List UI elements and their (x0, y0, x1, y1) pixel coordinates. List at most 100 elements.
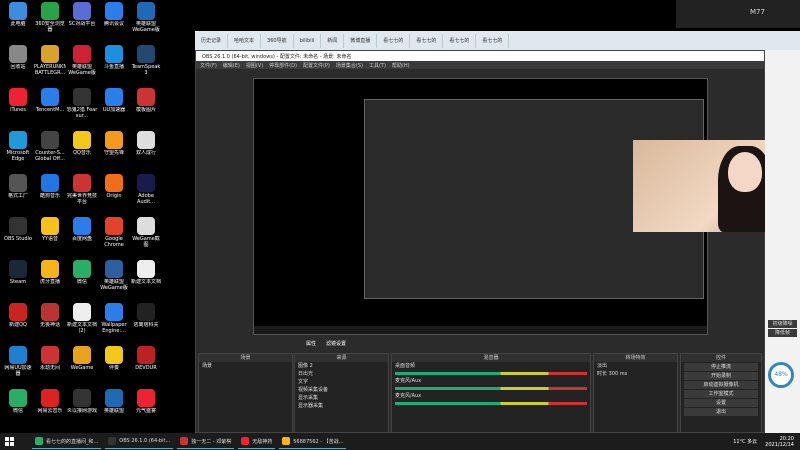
control-button[interactable]: 工作室模式 (684, 390, 758, 398)
desktop-icon[interactable]: Origin (98, 174, 130, 214)
browser-tab[interactable]: 360导航 (261, 33, 294, 48)
desktop-icon[interactable]: 无畏神话 (34, 303, 66, 343)
desktop-icon[interactable]: 炎以接网游戏 (66, 389, 98, 429)
obs-menu-item[interactable]: 工具(T) (369, 62, 386, 69)
desktop-icon[interactable]: WeGame (66, 346, 98, 386)
desktop-icon[interactable]: 伴奏 (98, 346, 130, 386)
desktop-icon[interactable]: Microsoft Edge (2, 131, 34, 171)
desktop-icon[interactable]: 完美世界竞技平台 (66, 174, 98, 214)
desktop-icon[interactable]: 腾讯会议 (98, 2, 130, 42)
taskbar-app[interactable]: 看七七的的直播间_和... (32, 434, 102, 449)
control-button[interactable]: 启动虚拟摄像机 (684, 381, 758, 389)
desktop-icon[interactable]: DEVOUR (130, 346, 162, 386)
desktop-icon[interactable]: 酷狗音乐 (34, 174, 66, 214)
weather-text[interactable]: 11°C 多云 (733, 438, 757, 445)
desktop-icon[interactable]: 守望先锋 (98, 131, 130, 171)
denoise-button[interactable]: 初级降噪 (768, 320, 797, 328)
source-item[interactable]: 视频采集设备 (295, 386, 388, 394)
desktop-icon[interactable]: Google Chrome (98, 217, 130, 257)
desktop-icon[interactable]: 新建文本文档(2) (66, 303, 98, 343)
desktop-icon[interactable]: 百度网盘 (66, 217, 98, 257)
desktop-icon[interactable]: PLAYERUNKNOWN'S BATTLEGR... (34, 45, 66, 85)
scene-item[interactable]: 场景 (199, 362, 292, 370)
browser-tab[interactable]: bilibili (294, 33, 322, 48)
source-item[interactable]: 文字 (295, 378, 388, 386)
obs-menu-item[interactable]: 文件(F) (200, 62, 217, 69)
desktop-icon[interactable]: TeamSpeak 3 (130, 45, 162, 85)
browser-tab[interactable]: 微博直播 (344, 33, 378, 48)
browser-tab[interactable]: 哈哈文本 (228, 33, 262, 48)
desktop-icon[interactable]: 格式工厂 (2, 174, 34, 214)
desktop-icon[interactable]: 逃离塔科夫 (130, 303, 162, 343)
desktop-icon[interactable]: 微信 (66, 260, 98, 300)
desktop-icon[interactable]: 英雄联盟WeGame版 (130, 2, 162, 42)
start-icon[interactable] (0, 434, 18, 449)
obs-menu-item[interactable]: 视图(V) (246, 62, 263, 69)
desktop-icon[interactable]: 新建QQ (2, 303, 34, 343)
desktop-icon[interactable]: 英雄联盟WeGame版 (98, 260, 130, 300)
control-button[interactable]: 退出 (684, 408, 758, 416)
desktop-icon-label: 新建QQ (9, 322, 27, 328)
desktop-icon[interactable]: WeGame截图 (130, 217, 162, 257)
browser-tab[interactable]: 历史记录 (195, 33, 229, 48)
desktop-icon[interactable]: 虎牙直播 (34, 260, 66, 300)
control-button[interactable]: 开始录制 (684, 372, 758, 380)
browser-tab[interactable]: 看七七的 (410, 33, 444, 48)
desktop-icon[interactable]: 此电脑 (2, 2, 34, 42)
source-item[interactable]: 图像 2 (295, 362, 388, 370)
taskbar-app[interactable]: 独一无二 - 邓紫棋 (177, 434, 235, 449)
obs-menu-item[interactable]: 编辑(E) (223, 62, 240, 69)
desktop-icon[interactable]: 360安全浏览器 (34, 2, 66, 42)
transition-select[interactable]: 淡出 (594, 362, 677, 370)
source-item[interactable]: 显示采集 (295, 394, 388, 402)
desktop-icon[interactable]: Counter-S... Global Off... (34, 131, 66, 171)
desktop-icon[interactable]: 新建文本文档 (130, 260, 162, 300)
taskbar-app[interactable]: OBS 26.1.0 (64-bit... (105, 434, 174, 449)
desktop-icon[interactable]: 回收站 (2, 45, 34, 85)
desktop-icon[interactable]: 模板图片 (130, 88, 162, 128)
desktop-icon[interactable]: YY语音 (34, 217, 66, 257)
browser-tab[interactable]: 看七七的 (377, 33, 411, 48)
control-button[interactable]: 设置 (684, 399, 758, 407)
desktop-icon[interactable]: 元气盛宴 (130, 389, 162, 429)
desktop-icon[interactable]: 英雄联盟 (98, 389, 130, 429)
app-icon (137, 45, 155, 63)
desktop-icon[interactable]: 微信 (2, 389, 34, 429)
source-item[interactable]: 日出光 (295, 370, 388, 378)
source-item[interactable]: 显示器采集 (295, 402, 388, 410)
obs-menu-item[interactable]: 场景集合(S) (336, 62, 363, 69)
desktop-icon[interactable]: Wallpaper Engine:... (98, 303, 130, 343)
desktop-icon[interactable]: 永劫无间 (34, 346, 66, 386)
obs-menu-item[interactable]: 停靠部件(D) (269, 62, 297, 69)
desktop-icon[interactable]: 网易云音乐 (34, 389, 66, 429)
browser-tab[interactable]: 看七七的 (443, 33, 477, 48)
desktop-icon[interactable]: iTunes (2, 88, 34, 128)
desktop-icon[interactable]: SC对战平台 (66, 2, 98, 42)
browser-tab[interactable]: 新闻 (321, 33, 345, 48)
taskbar-app[interactable]: 56887562 - 【苦战... (279, 434, 347, 449)
clock-date[interactable]: 2021/12/14 (765, 442, 794, 448)
desktop-icon[interactable]: UU加速器 (98, 88, 130, 128)
lower-frame-button[interactable]: 降低帧 (768, 329, 797, 337)
obs-menu-item[interactable]: 配置文件(P) (303, 62, 330, 69)
properties-button[interactable]: 属性 (306, 340, 316, 350)
desktop-icon[interactable]: Adobe Audit... (130, 174, 162, 214)
filters-button[interactable]: 滤镜设置 (326, 340, 346, 350)
audio-meter[interactable] (395, 402, 587, 405)
taskbar-app[interactable]: 无敌神药 (238, 434, 276, 449)
obs-menu-item[interactable]: 帮助(H) (392, 62, 410, 69)
desktop-icon[interactable]: OBS Studio (2, 217, 34, 257)
audio-meter[interactable] (395, 387, 587, 390)
desktop-icon[interactable]: 恐鬼2猎 Fear sur... (66, 88, 98, 128)
duration-value[interactable]: 300 ms (609, 371, 628, 377)
browser-tab[interactable]: 看七七的 (476, 33, 510, 48)
desktop-icon[interactable]: 英雄联盟WeGame版 (66, 45, 98, 85)
desktop-icon[interactable]: 斗鱼直播 (98, 45, 130, 85)
desktop-icon[interactable]: Steam (2, 260, 34, 300)
control-button[interactable]: 停止推流 (684, 363, 758, 371)
desktop-icon[interactable]: 网易UU加速器 (2, 346, 34, 386)
audio-meter[interactable] (395, 372, 587, 375)
desktop-icon[interactable]: QQ音乐 (66, 131, 98, 171)
desktop-icon[interactable]: 双人成行 (130, 131, 162, 171)
desktop-icon[interactable]: TencentM... (34, 88, 66, 128)
